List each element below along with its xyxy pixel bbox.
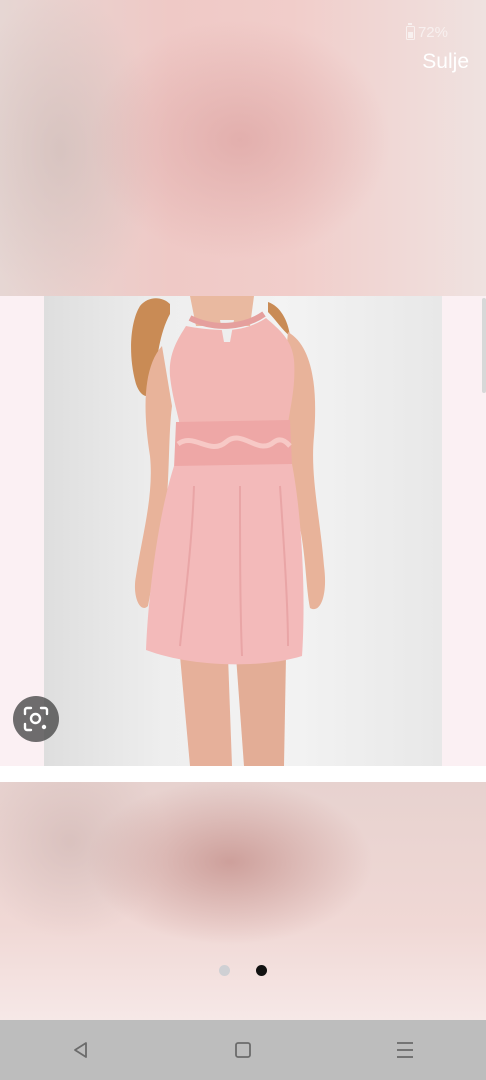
close-button[interactable]: Sulje	[422, 50, 469, 74]
home-button[interactable]	[213, 1020, 273, 1080]
product-photo[interactable]	[44, 296, 442, 766]
lens-search-button[interactable]	[13, 696, 59, 742]
blurred-background-top	[0, 0, 486, 296]
back-button[interactable]	[51, 1020, 111, 1080]
scroll-indicator	[482, 298, 486, 393]
lens-search-icon	[23, 706, 49, 732]
recents-menu-icon	[397, 1042, 413, 1058]
battery-status: 72%	[405, 22, 448, 41]
back-triangle-icon	[74, 1042, 87, 1058]
image-divider	[0, 766, 486, 782]
page-dot-1[interactable]	[219, 965, 230, 976]
image-frame	[0, 296, 486, 766]
dress-model-illustration	[131, 296, 326, 766]
blurred-background-bottom	[0, 782, 486, 1020]
battery-percent: 72%	[417, 24, 448, 41]
page-indicator	[0, 965, 486, 976]
page-dot-2-active[interactable]	[256, 965, 267, 976]
home-square-icon	[235, 1042, 251, 1058]
recents-button[interactable]	[375, 1020, 435, 1080]
system-navigation-bar	[0, 1020, 486, 1080]
battery-icon	[405, 22, 415, 40]
